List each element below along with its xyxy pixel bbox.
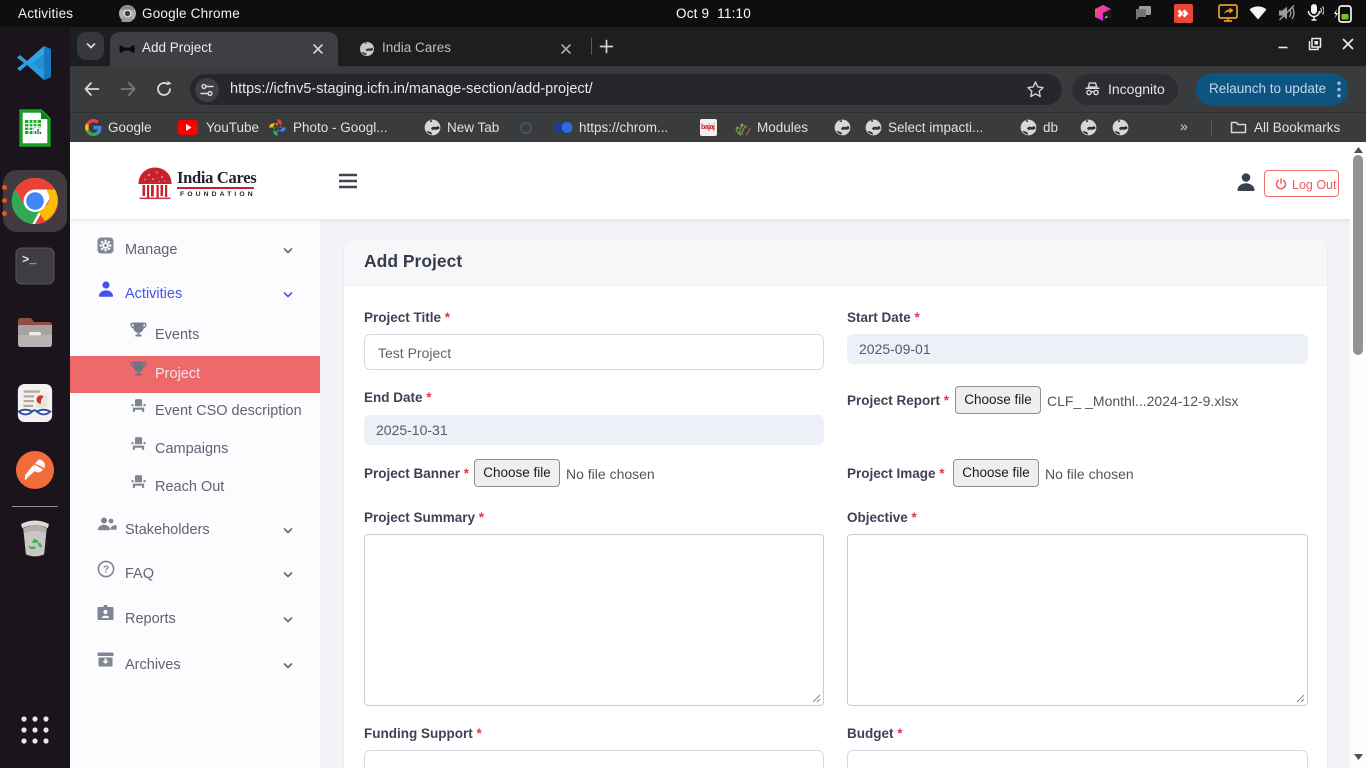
svg-text:>_: >_ [22, 253, 37, 267]
svg-text:?: ? [103, 565, 109, 576]
